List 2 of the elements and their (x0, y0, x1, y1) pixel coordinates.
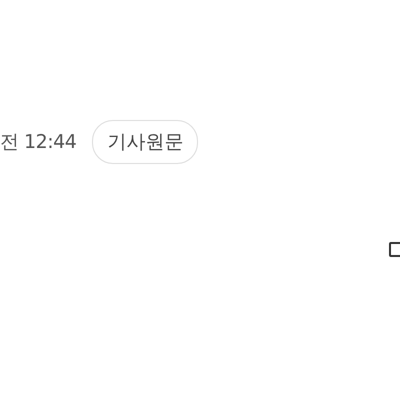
original-article-link[interactable]: 기사원문 (92, 120, 198, 164)
article-time: 전 12:44 (0, 130, 76, 155)
